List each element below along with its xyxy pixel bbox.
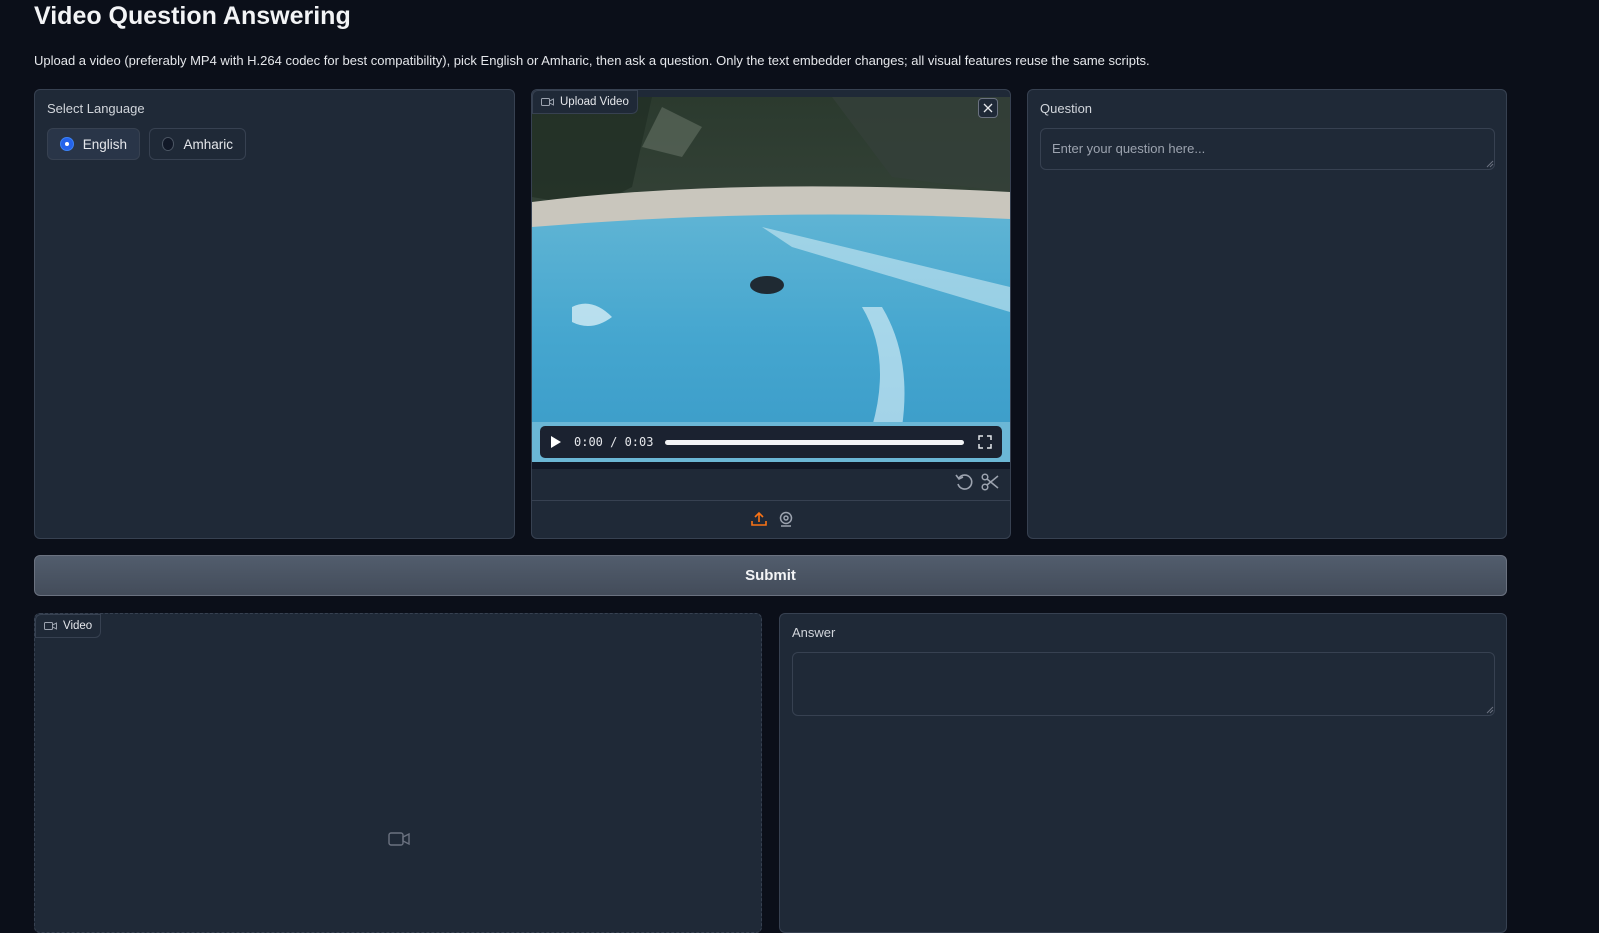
page-title: Video Question Answering [34,2,351,30]
video-progress-bar[interactable] [665,439,964,445]
upload-video-panel: Upload Video 0:00 / 0:03 [531,89,1011,539]
video-camera-icon [541,98,554,106]
resize-handle-icon[interactable] [1486,706,1494,714]
fullscreen-icon[interactable] [978,435,992,449]
clear-video-button[interactable] [978,98,998,118]
answer-output[interactable] [792,652,1495,716]
radio-amharic[interactable] [162,137,175,151]
resize-handle-icon[interactable] [1486,160,1494,168]
webcam-button[interactable] [776,509,796,529]
language-option-label: English [82,136,127,152]
video-camera-icon [44,622,57,630]
video-divider [532,462,1010,469]
video-preview[interactable]: 0:00 / 0:03 [532,97,1010,462]
upload-video-label: Upload Video [532,90,638,114]
language-label: Select Language [47,101,145,116]
upload-icon [751,511,767,526]
output-video-label: Video [35,614,102,638]
video-frame-image [532,97,1010,462]
scissors-icon [981,473,999,491]
video-time: 0:00 / 0:03 [574,435,654,449]
play-icon[interactable] [550,435,562,449]
trim-button[interactable] [979,471,1001,493]
webcam-icon [779,511,793,527]
answer-panel: Answer [779,613,1507,933]
radio-english[interactable] [60,137,74,151]
language-option-amharic[interactable]: Amharic [149,128,246,160]
language-option-english[interactable]: English [47,128,140,160]
answer-label: Answer [792,625,836,640]
upload-button[interactable] [749,509,769,529]
question-panel: Question Enter your question here... [1027,89,1507,539]
video-controls: 0:00 / 0:03 [540,426,1002,458]
output-video-label-text: Video [63,620,93,632]
language-option-label: Amharic [183,136,233,152]
undo-icon [955,474,973,490]
video-camera-icon [388,832,410,846]
question-label: Question [1040,101,1093,116]
upload-video-label-text: Upload Video [560,96,629,108]
undo-button[interactable] [953,471,975,493]
submit-button[interactable]: Submit [34,555,1507,596]
output-video-panel: Video [34,613,762,933]
question-input[interactable]: Enter your question here... [1040,128,1495,170]
close-icon [983,103,993,113]
page-description: Upload a video (preferably MP4 with H.26… [34,53,1150,68]
toolbar-divider [532,500,1010,501]
language-panel: Select Language English Amharic [34,89,515,539]
